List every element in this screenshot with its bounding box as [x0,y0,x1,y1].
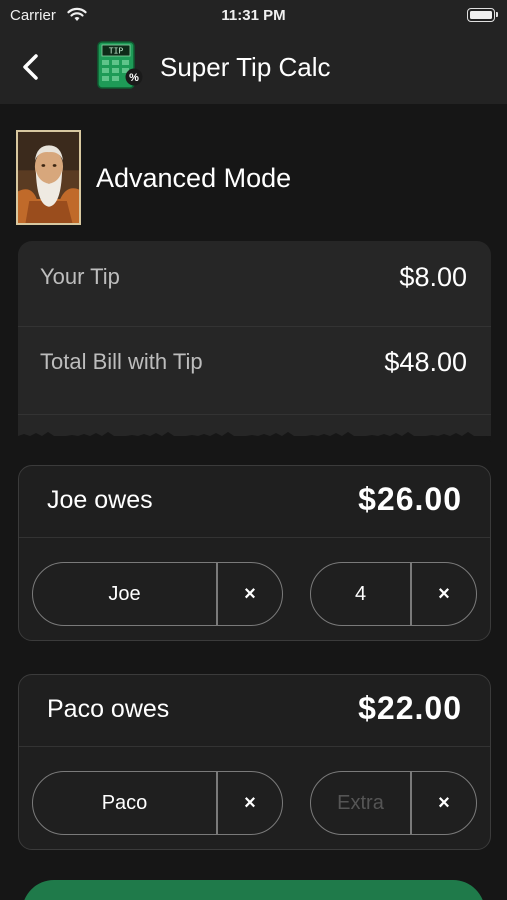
extra-field[interactable]: 4 × [310,562,477,626]
receipt-summary: Your Tip $8.00 Total Bill with Tip $48.0… [18,241,491,442]
person-card: Paco owes $22.00 Paco × Extra × [18,674,491,850]
person-card-header: Paco owes $22.00 [19,675,490,747]
clear-name-button[interactable]: × [218,772,282,834]
owes-label: Joe owes [47,486,153,514]
clear-extra-button[interactable]: × [412,563,476,625]
owes-label: Paco owes [47,695,170,723]
battery-icon [467,8,498,22]
person-card-header: Joe owes $26.00 [19,466,490,538]
icon-screen-text: TIP [109,47,124,56]
owes-amount: $22.00 [358,690,462,726]
tip-row: Your Tip $8.00 [18,241,491,326]
extra-input[interactable]: 4 [311,563,410,625]
clock: 11:31 PM [221,7,286,24]
clear-extra-button[interactable]: × [412,772,476,834]
status-bar: Carrier 11:31 PM [0,0,507,32]
navigation-bar: TIP % Super Tip Calc [0,32,507,104]
extra-input-placeholder[interactable]: Extra [311,772,410,834]
tip-label: Your Tip [40,264,120,289]
tip-value: $8.00 [399,262,467,292]
name-field[interactable]: Joe × [32,562,283,626]
app-title: Super Tip Calc [160,52,331,82]
mode-title: Advanced Mode [96,163,292,193]
mode-header: Advanced Mode [16,130,496,226]
back-chevron-icon[interactable] [18,52,46,82]
bottom-action-button[interactable] [22,880,485,900]
total-label: Total Bill with Tip [40,349,203,374]
icon-percent-badge: % [129,72,139,84]
receipt-divider [18,414,491,415]
total-value: $48.00 [384,347,467,377]
owes-amount: $26.00 [358,481,462,517]
name-field[interactable]: Paco × [32,771,283,835]
total-row: Total Bill with Tip $48.00 [18,327,491,412]
clear-name-button[interactable]: × [218,563,282,625]
calculator-tip-icon: TIP % [97,41,143,89]
name-input[interactable]: Paco [33,772,216,834]
person-card: Joe owes $26.00 Joe × 4 × [18,465,491,641]
extra-field[interactable]: Extra × [310,771,477,835]
receipt-torn-edge [18,432,491,442]
philosopher-portrait [16,130,81,225]
name-input[interactable]: Joe [33,563,216,625]
